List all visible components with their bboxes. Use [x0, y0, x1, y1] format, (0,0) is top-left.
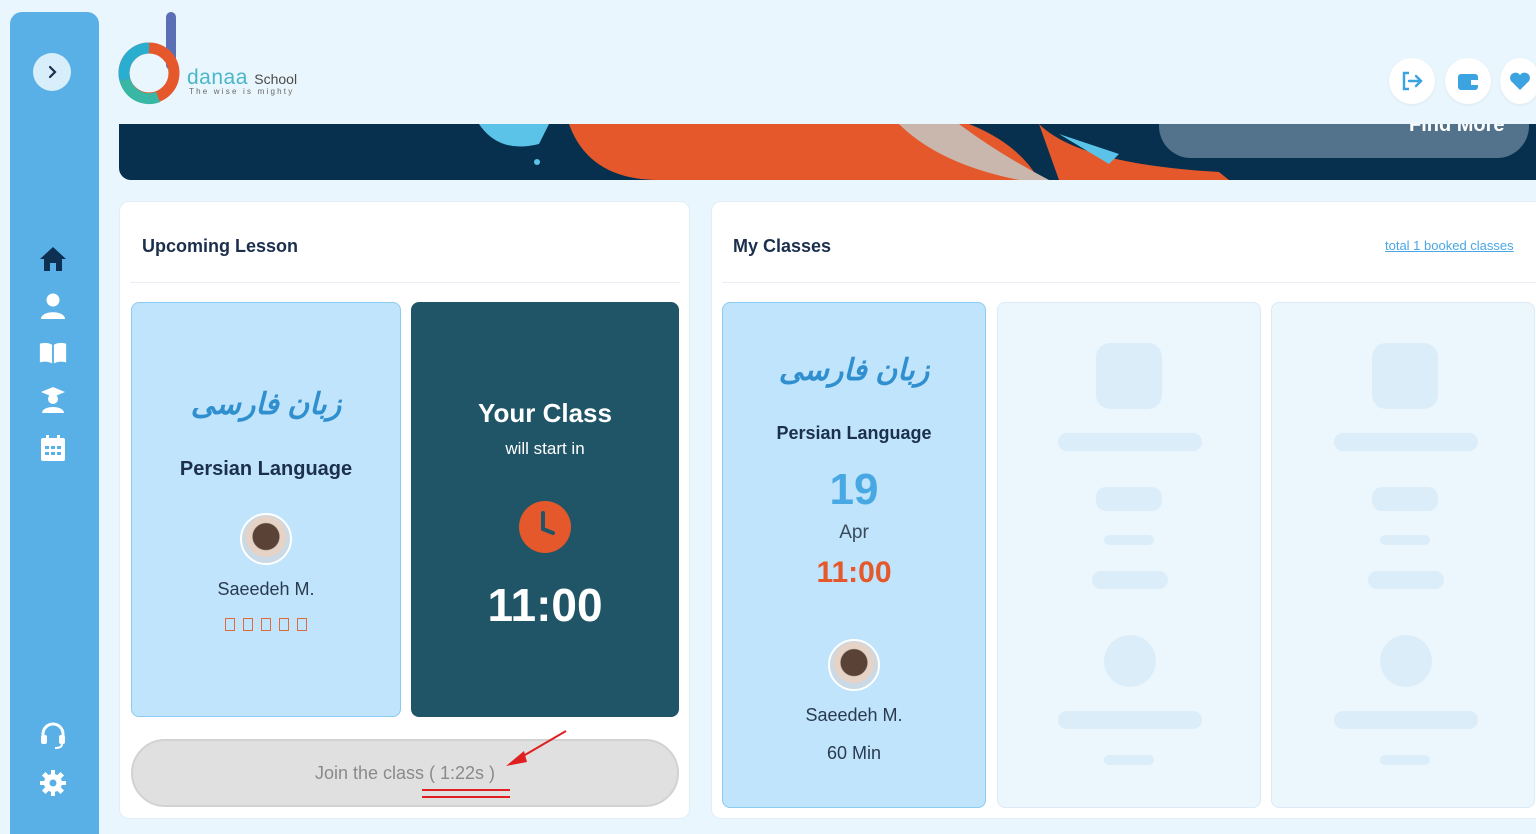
skeleton-line — [1372, 487, 1438, 511]
sidebar-item-calendar[interactable] — [38, 433, 68, 463]
star-icon — [243, 618, 253, 631]
favorites-button[interactable] — [1500, 58, 1536, 104]
teacher-name: Saeedeh M. — [217, 579, 315, 599]
calendar-icon — [41, 435, 65, 461]
skeleton-line — [1058, 433, 1202, 451]
home-icon — [40, 247, 66, 271]
sidebar-toggle-button[interactable] — [33, 53, 71, 91]
wallet-button[interactable] — [1445, 58, 1491, 104]
graduate-icon — [41, 387, 65, 413]
skeleton-block — [1096, 343, 1162, 409]
sidebar-item-support[interactable] — [38, 720, 68, 750]
chevron-right-icon — [48, 65, 57, 79]
course-name: Persian Language — [776, 423, 932, 443]
user-icon — [41, 293, 65, 319]
class-day: 19 — [829, 465, 879, 514]
teacher-avatar — [240, 513, 292, 565]
sidebar-item-home[interactable] — [38, 244, 68, 274]
sidebar-item-courses[interactable] — [38, 338, 68, 368]
heart-icon — [1510, 72, 1530, 90]
clock-icon — [519, 501, 571, 553]
countdown-heading: Your Class — [478, 398, 612, 428]
panel-divider — [130, 282, 680, 283]
skeleton-line — [1368, 571, 1444, 589]
total-booked-link[interactable]: total 1 booked classes — [1385, 238, 1514, 253]
star-icon — [279, 618, 289, 631]
brand-school-text: School — [254, 71, 298, 87]
course-logo: زبان فارسی — [190, 388, 342, 421]
skeleton-line — [1104, 755, 1154, 765]
skeleton-line — [1334, 711, 1478, 729]
skeleton-avatar — [1380, 635, 1432, 687]
join-class-button[interactable]: Join the class ( 1:22s ) — [131, 739, 679, 807]
skeleton-line — [1104, 535, 1154, 545]
book-icon — [39, 342, 67, 364]
star-icon — [297, 618, 307, 631]
countdown-time: 11:00 — [487, 579, 603, 631]
course-logo: زبان فارسی — [778, 354, 930, 387]
skeleton-avatar — [1104, 635, 1156, 687]
gear-icon — [40, 770, 66, 796]
class-duration: 60 Min — [826, 743, 882, 763]
wallet-icon — [1458, 74, 1478, 90]
my-classes-title: My Classes — [733, 236, 832, 256]
skeleton-line — [1380, 755, 1430, 765]
teacher-rating — [132, 618, 400, 636]
class-card-placeholder — [1271, 302, 1535, 808]
skeleton-line — [1380, 535, 1430, 545]
upcoming-lesson-card[interactable]: زبان فارسی Persian Language Saeedeh M. — [131, 302, 401, 717]
sidebar-item-teachers[interactable] — [38, 385, 68, 415]
countdown-subheading: will start in — [505, 439, 585, 458]
class-card[interactable]: زبان فارسی Persian Language 19 Apr 11:00… — [722, 302, 986, 808]
panel-divider — [722, 282, 1536, 283]
sidebar-item-settings[interactable] — [38, 768, 68, 798]
sidebar — [10, 12, 99, 834]
promo-banner: Find More — [119, 124, 1536, 180]
find-more-label: Find More — [1409, 124, 1505, 136]
skeleton-line — [1334, 433, 1478, 451]
class-card-placeholder — [997, 302, 1261, 808]
teacher-name: Saeedeh M. — [805, 705, 903, 725]
countdown-card: Your Class will start in 11:00 — [411, 302, 679, 717]
skeleton-block — [1372, 343, 1438, 409]
logout-icon — [1402, 71, 1423, 91]
star-icon — [261, 618, 271, 631]
logo-mark-icon — [118, 12, 180, 105]
class-time: 11:00 — [816, 556, 892, 589]
class-month: Apr — [839, 522, 869, 543]
upcoming-lesson-title: Upcoming Lesson — [142, 236, 299, 256]
skeleton-line — [1096, 487, 1162, 511]
skeleton-line — [1058, 711, 1202, 729]
brand-name-text: danaa — [187, 66, 248, 89]
headset-icon — [41, 722, 65, 749]
course-name: Persian Language — [179, 458, 353, 480]
star-icon — [225, 618, 235, 631]
sidebar-item-profile[interactable] — [38, 291, 68, 321]
teacher-avatar — [828, 639, 880, 691]
skeleton-line — [1092, 571, 1168, 589]
annotation-arrow — [422, 730, 567, 798]
brand-tagline: The wise is mighty — [189, 87, 295, 96]
logout-button[interactable] — [1389, 58, 1435, 104]
